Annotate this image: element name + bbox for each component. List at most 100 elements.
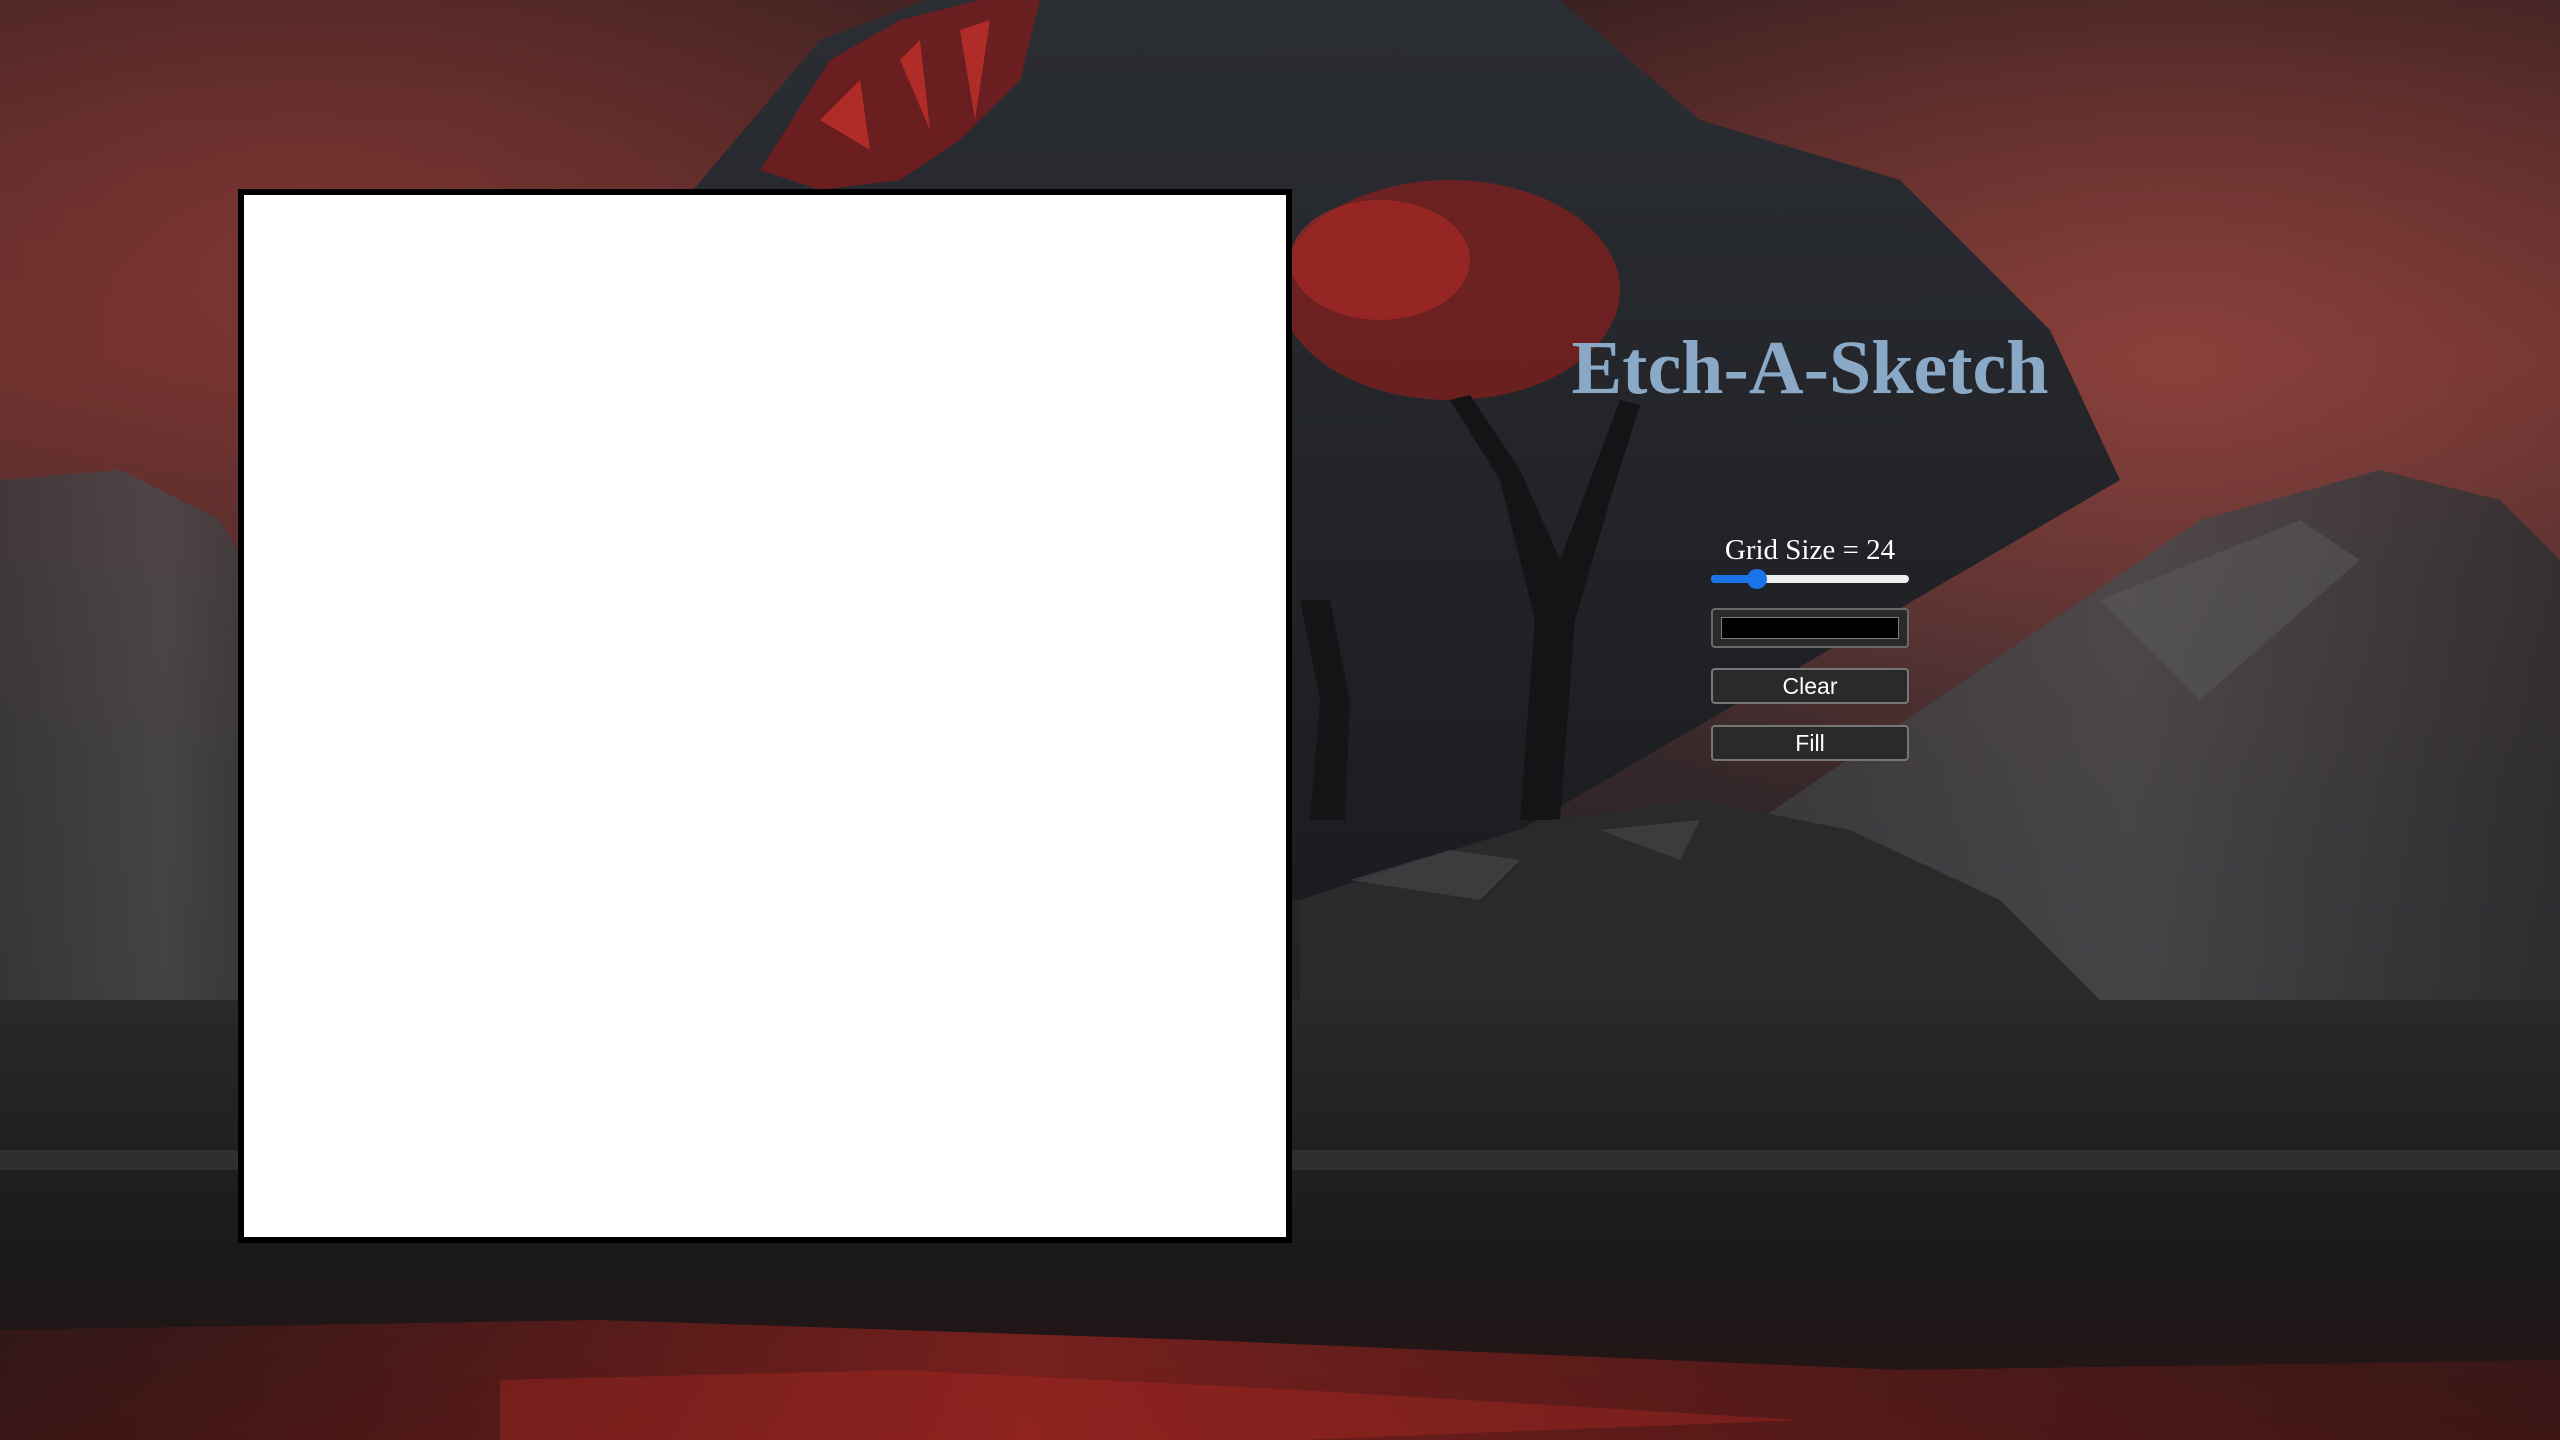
grid-cell[interactable]: [547, 412, 592, 456]
grid-cell[interactable]: [765, 759, 809, 803]
grid-cell[interactable]: [591, 933, 635, 977]
grid-cell[interactable]: [678, 976, 722, 1020]
grid-cell[interactable]: [895, 629, 939, 673]
grid-cell[interactable]: [895, 889, 939, 934]
grid-cell[interactable]: [504, 281, 548, 326]
grid-cell[interactable]: [417, 889, 462, 934]
grid-cell[interactable]: [547, 542, 592, 586]
grid-cell[interactable]: [591, 368, 635, 413]
grid-cell[interactable]: [1068, 412, 1113, 456]
grid-cell[interactable]: [1112, 1019, 1156, 1064]
grid-cell[interactable]: [895, 542, 939, 586]
grid-cell[interactable]: [1112, 585, 1156, 630]
grid-cell[interactable]: [1112, 455, 1156, 499]
grid-cell[interactable]: [1199, 1106, 1243, 1151]
grid-cell[interactable]: [1199, 412, 1243, 456]
grid-cell[interactable]: [244, 889, 288, 934]
grid-cell[interactable]: [417, 412, 462, 456]
sketch-board[interactable]: [238, 189, 1292, 1243]
grid-cell[interactable]: [1112, 1150, 1156, 1194]
grid-cell[interactable]: [330, 585, 375, 630]
grid-cell[interactable]: [374, 455, 418, 499]
grid-cell[interactable]: [1025, 933, 1069, 977]
grid-cell[interactable]: [1112, 672, 1156, 716]
grid-cell[interactable]: [330, 716, 375, 760]
grid-cell[interactable]: [982, 629, 1026, 673]
grid-cell[interactable]: [1242, 802, 1286, 847]
grid-cell[interactable]: [1025, 672, 1069, 716]
grid-cell[interactable]: [808, 1193, 852, 1237]
grid-cell[interactable]: [461, 412, 505, 456]
grid-cell[interactable]: [504, 672, 548, 716]
grid-cell[interactable]: [591, 195, 635, 239]
grid-cell[interactable]: [851, 498, 896, 543]
grid-cell[interactable]: [330, 1193, 375, 1237]
grid-cell[interactable]: [721, 281, 765, 326]
grid-cell[interactable]: [851, 238, 896, 282]
grid-cell[interactable]: [547, 498, 592, 543]
grid-cell[interactable]: [1242, 1150, 1286, 1194]
grid-cell[interactable]: [938, 1019, 983, 1064]
grid-cell[interactable]: [938, 412, 983, 456]
grid-cell[interactable]: [765, 455, 809, 499]
grid-cell[interactable]: [678, 889, 722, 934]
grid-cell[interactable]: [374, 498, 418, 543]
grid-cell[interactable]: [678, 1063, 722, 1107]
grid-cell[interactable]: [1112, 846, 1156, 890]
grid-cell[interactable]: [591, 325, 635, 369]
grid-cell[interactable]: [244, 195, 288, 239]
grid-cell[interactable]: [678, 238, 722, 282]
grid-cell[interactable]: [1068, 368, 1113, 413]
grid-cell[interactable]: [678, 933, 722, 977]
grid-cell[interactable]: [1242, 976, 1286, 1020]
grid-cell[interactable]: [808, 976, 852, 1020]
grid-cell[interactable]: [1068, 498, 1113, 543]
grid-cell[interactable]: [547, 238, 592, 282]
grid-cell[interactable]: [330, 976, 375, 1020]
grid-cell[interactable]: [808, 933, 852, 977]
grid-cell[interactable]: [547, 368, 592, 413]
grid-cell[interactable]: [504, 325, 548, 369]
grid-cell[interactable]: [1199, 368, 1243, 413]
grid-cell[interactable]: [287, 629, 331, 673]
grid-cell[interactable]: [1025, 1150, 1069, 1194]
grid-cell[interactable]: [374, 368, 418, 413]
grid-cell[interactable]: [1155, 889, 1200, 934]
grid-cell[interactable]: [417, 1150, 462, 1194]
grid-cell[interactable]: [982, 368, 1026, 413]
grid-cell[interactable]: [591, 238, 635, 282]
grid-cell[interactable]: [244, 585, 288, 630]
grid-cell[interactable]: [765, 238, 809, 282]
grid-cell[interactable]: [1199, 1193, 1243, 1237]
grid-cell[interactable]: [591, 498, 635, 543]
grid-cell[interactable]: [1242, 455, 1286, 499]
grid-cell[interactable]: [938, 976, 983, 1020]
grid-cell[interactable]: [1112, 759, 1156, 803]
grid-cell[interactable]: [504, 498, 548, 543]
grid-cell[interactable]: [1199, 1063, 1243, 1107]
grid-cell[interactable]: [895, 1150, 939, 1194]
grid-cell[interactable]: [634, 455, 679, 499]
grid-cell[interactable]: [330, 1063, 375, 1107]
grid-cell[interactable]: [330, 1150, 375, 1194]
grid-cell[interactable]: [634, 542, 679, 586]
grid-cell[interactable]: [547, 976, 592, 1020]
grid-cell[interactable]: [982, 542, 1026, 586]
grid-cell[interactable]: [244, 1106, 288, 1151]
grid-cell[interactable]: [591, 846, 635, 890]
grid-cell[interactable]: [938, 716, 983, 760]
grid-cell[interactable]: [1068, 238, 1113, 282]
grid-cell[interactable]: [634, 585, 679, 630]
grid-cell[interactable]: [1242, 498, 1286, 543]
grid-cell[interactable]: [374, 325, 418, 369]
grid-cell[interactable]: [287, 455, 331, 499]
grid-cell[interactable]: [287, 716, 331, 760]
grid-cell[interactable]: [765, 368, 809, 413]
grid-cell[interactable]: [287, 1019, 331, 1064]
grid-cell[interactable]: [591, 585, 635, 630]
grid-cell[interactable]: [504, 455, 548, 499]
grid-cell[interactable]: [634, 1063, 679, 1107]
grid-cell[interactable]: [244, 542, 288, 586]
grid-cell[interactable]: [1025, 412, 1069, 456]
grid-cell[interactable]: [1155, 933, 1200, 977]
